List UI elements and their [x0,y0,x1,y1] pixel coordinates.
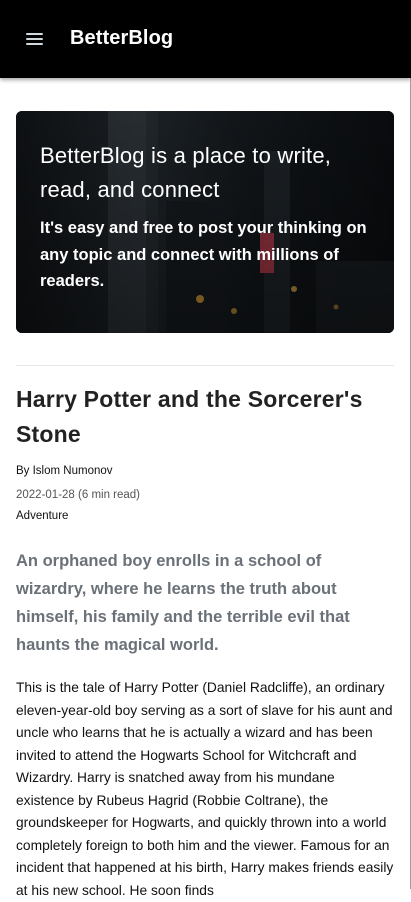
brand-title[interactable]: BetterBlog [70,27,173,50]
hamburger-menu-icon[interactable] [24,30,46,48]
section-divider [16,365,394,366]
post-date-readtime: 2022-01-28 (6 min read) [16,489,141,501]
post-author[interactable]: By Islom Numonov [16,465,113,477]
post-body: This is the tale of Harry Potter (Daniel… [16,680,394,898]
menu-bar-middle [26,38,43,40]
post-lead: An orphaned boy enrolls in a school of w… [16,552,350,654]
hero-title: BetterBlog is a place to write, read, an… [40,143,332,202]
app-bar: BetterBlog [0,0,411,78]
hero-subtitle: It's easy and free to post your thinking… [40,219,367,290]
post-title[interactable]: Harry Potter and the Sorcerer's Stone [16,382,386,452]
post-category[interactable]: Adventure [16,510,68,522]
menu-bar-top [26,33,43,35]
menu-bar-bottom [26,43,43,45]
hero-banner: BetterBlog is a place to write, read, an… [16,111,394,333]
